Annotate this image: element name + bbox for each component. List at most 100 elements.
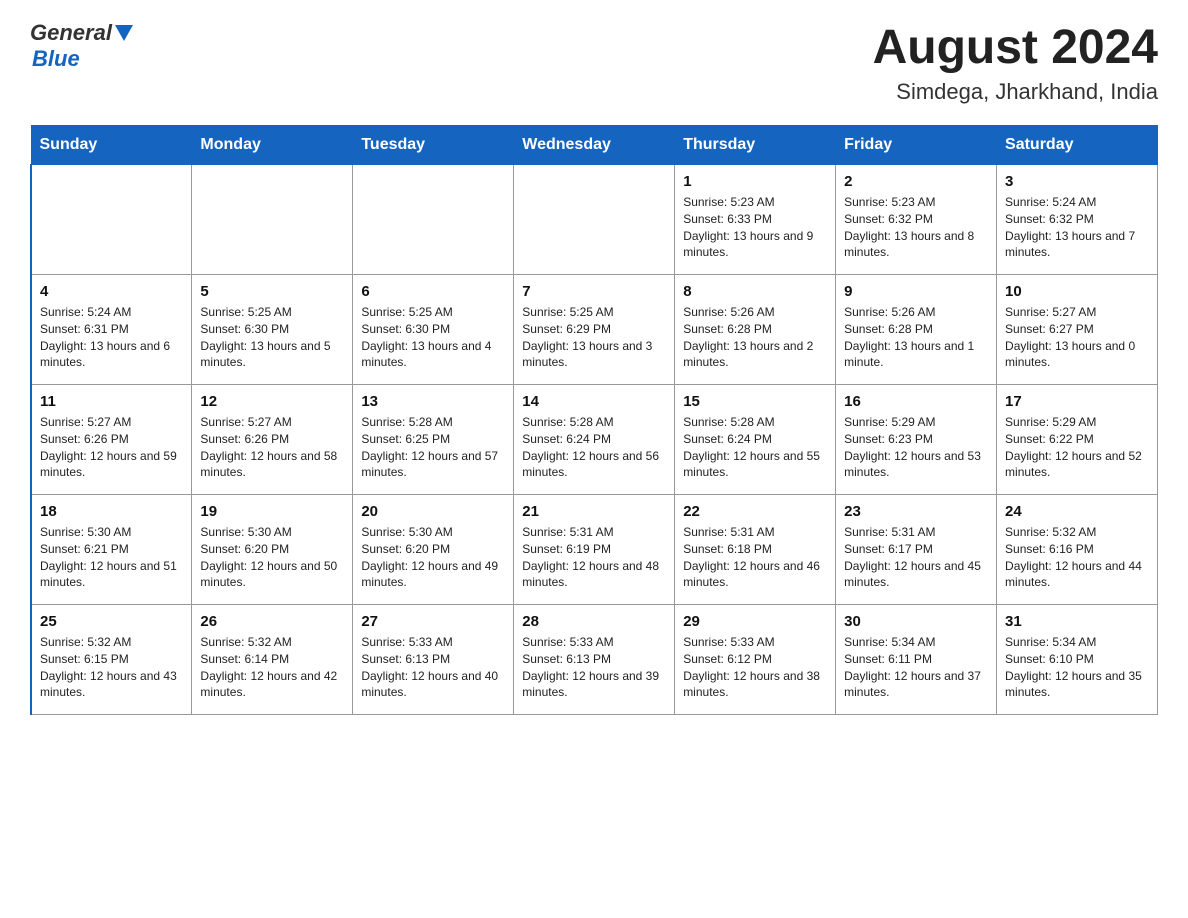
calendar-week-row: 1 Sunrise: 5:23 AM Sunset: 6:33 PM Daylig… <box>31 165 1158 275</box>
day-info: Sunrise: 5:25 AM Sunset: 6:29 PM Dayligh… <box>522 304 666 371</box>
calendar-day-25: 25 Sunrise: 5:32 AM Sunset: 6:15 PM Dayli… <box>31 605 192 715</box>
calendar-day-15: 15Sunrise: 5:28 AM Sunset: 6:24 PM Dayli… <box>675 385 836 495</box>
day-info: Sunrise: 5:29 AM Sunset: 6:23 PM Dayligh… <box>844 414 988 481</box>
day-header-sunday: Sunday <box>31 126 192 165</box>
calendar-day-26: 26 Sunrise: 5:32 AM Sunset: 6:14 PM Dayli… <box>192 605 353 715</box>
day-number: 26 <box>200 613 344 630</box>
calendar-day-7: 7 Sunrise: 5:25 AM Sunset: 6:29 PM Daylig… <box>514 275 675 385</box>
day-number: 13 <box>361 393 505 410</box>
calendar-day-16: 16 Sunrise: 5:29 AM Sunset: 6:23 PM Dayli… <box>836 385 997 495</box>
calendar-day-22: 22Sunrise: 5:31 AM Sunset: 6:18 PM Dayli… <box>675 495 836 605</box>
calendar-day-30: 30 Sunrise: 5:34 AM Sunset: 6:11 PM Dayli… <box>836 605 997 715</box>
day-info: Sunrise: 5:24 AM Sunset: 6:31 PM Dayligh… <box>40 304 183 371</box>
day-number: 27 <box>361 613 505 630</box>
title-area: August 2024 Simdega, Jharkhand, India <box>873 20 1158 105</box>
day-number: 29 <box>683 613 827 630</box>
day-info: Sunrise: 5:25 AM Sunset: 6:30 PM Dayligh… <box>200 304 344 371</box>
day-info: Sunrise: 5:27 AM Sunset: 6:26 PM Dayligh… <box>200 414 344 481</box>
month-year-title: August 2024 <box>873 20 1158 75</box>
calendar-day-19: 19 Sunrise: 5:30 AM Sunset: 6:20 PM Dayli… <box>192 495 353 605</box>
day-number: 24 <box>1005 503 1149 520</box>
day-number: 11 <box>40 393 183 410</box>
day-header-thursday: Thursday <box>675 126 836 165</box>
day-number: 12 <box>200 393 344 410</box>
day-info: Sunrise: 5:27 AM Sunset: 6:26 PM Dayligh… <box>40 414 183 481</box>
calendar-day-27: 27 Sunrise: 5:33 AM Sunset: 6:13 PM Dayli… <box>353 605 514 715</box>
day-number: 3 <box>1005 173 1149 190</box>
day-number: 7 <box>522 283 666 300</box>
day-number: 4 <box>40 283 183 300</box>
day-info: Sunrise: 5:30 AM Sunset: 6:20 PM Dayligh… <box>200 524 344 591</box>
day-header-friday: Friday <box>836 126 997 165</box>
day-number: 14 <box>522 393 666 410</box>
day-number: 18 <box>40 503 183 520</box>
day-info: Sunrise: 5:29 AM Sunset: 6:22 PM Dayligh… <box>1005 414 1149 481</box>
calendar-day-6: 6 Sunrise: 5:25 AM Sunset: 6:30 PM Daylig… <box>353 275 514 385</box>
day-info: Sunrise: 5:33 AM Sunset: 6:12 PM Dayligh… <box>683 634 827 701</box>
day-info: Sunrise: 5:28 AM Sunset: 6:24 PM Dayligh… <box>522 414 666 481</box>
day-info: Sunrise: 5:32 AM Sunset: 6:16 PM Dayligh… <box>1005 524 1149 591</box>
calendar-day-23: 23 Sunrise: 5:31 AM Sunset: 6:17 PM Dayli… <box>836 495 997 605</box>
calendar-header-row: SundayMondayTuesdayWednesdayThursdayFrid… <box>31 126 1158 165</box>
day-info: Sunrise: 5:23 AM Sunset: 6:32 PM Dayligh… <box>844 194 988 261</box>
day-number: 30 <box>844 613 988 630</box>
day-number: 1 <box>683 173 827 190</box>
calendar-day-17: 17 Sunrise: 5:29 AM Sunset: 6:22 PM Dayli… <box>997 385 1158 495</box>
day-info: Sunrise: 5:34 AM Sunset: 6:11 PM Dayligh… <box>844 634 988 701</box>
calendar-day-31: 31 Sunrise: 5:34 AM Sunset: 6:10 PM Dayli… <box>997 605 1158 715</box>
page-header: General Blue August 2024 Simdega, Jharkh… <box>30 20 1158 105</box>
calendar-day-21: 21Sunrise: 5:31 AM Sunset: 6:19 PM Dayli… <box>514 495 675 605</box>
day-info: Sunrise: 5:24 AM Sunset: 6:32 PM Dayligh… <box>1005 194 1149 261</box>
day-header-saturday: Saturday <box>997 126 1158 165</box>
calendar-day-12: 12 Sunrise: 5:27 AM Sunset: 6:26 PM Dayli… <box>192 385 353 495</box>
calendar-day-4: 4 Sunrise: 5:24 AM Sunset: 6:31 PM Daylig… <box>31 275 192 385</box>
logo-general-text: General <box>30 20 112 46</box>
day-info: Sunrise: 5:25 AM Sunset: 6:30 PM Dayligh… <box>361 304 505 371</box>
day-info: Sunrise: 5:28 AM Sunset: 6:25 PM Dayligh… <box>361 414 505 481</box>
calendar-day-11: 11 Sunrise: 5:27 AM Sunset: 6:26 PM Dayli… <box>31 385 192 495</box>
calendar-day-13: 13 Sunrise: 5:28 AM Sunset: 6:25 PM Dayli… <box>353 385 514 495</box>
day-info: Sunrise: 5:33 AM Sunset: 6:13 PM Dayligh… <box>522 634 666 701</box>
calendar-day-5: 5 Sunrise: 5:25 AM Sunset: 6:30 PM Daylig… <box>192 275 353 385</box>
calendar-empty-cell <box>514 165 675 275</box>
day-info: Sunrise: 5:32 AM Sunset: 6:15 PM Dayligh… <box>40 634 183 701</box>
calendar-week-row: 4 Sunrise: 5:24 AM Sunset: 6:31 PM Daylig… <box>31 275 1158 385</box>
calendar-day-9: 9Sunrise: 5:26 AM Sunset: 6:28 PM Daylig… <box>836 275 997 385</box>
day-info: Sunrise: 5:30 AM Sunset: 6:21 PM Dayligh… <box>40 524 183 591</box>
day-info: Sunrise: 5:31 AM Sunset: 6:17 PM Dayligh… <box>844 524 988 591</box>
day-number: 25 <box>40 613 183 630</box>
day-number: 19 <box>200 503 344 520</box>
day-info: Sunrise: 5:23 AM Sunset: 6:33 PM Dayligh… <box>683 194 827 261</box>
logo-blue-text: Blue <box>32 46 80 71</box>
calendar-day-14: 14 Sunrise: 5:28 AM Sunset: 6:24 PM Dayli… <box>514 385 675 495</box>
calendar-day-10: 10Sunrise: 5:27 AM Sunset: 6:27 PM Dayli… <box>997 275 1158 385</box>
calendar-day-18: 18 Sunrise: 5:30 AM Sunset: 6:21 PM Dayli… <box>31 495 192 605</box>
day-number: 15 <box>683 393 827 410</box>
calendar-day-2: 2 Sunrise: 5:23 AM Sunset: 6:32 PM Daylig… <box>836 165 997 275</box>
day-number: 16 <box>844 393 988 410</box>
day-number: 31 <box>1005 613 1149 630</box>
day-info: Sunrise: 5:31 AM Sunset: 6:19 PM Dayligh… <box>522 524 666 591</box>
calendar-day-29: 29 Sunrise: 5:33 AM Sunset: 6:12 PM Dayli… <box>675 605 836 715</box>
day-number: 23 <box>844 503 988 520</box>
calendar-empty-cell <box>31 165 192 275</box>
calendar-week-row: 11 Sunrise: 5:27 AM Sunset: 6:26 PM Dayli… <box>31 385 1158 495</box>
day-number: 5 <box>200 283 344 300</box>
day-header-tuesday: Tuesday <box>353 126 514 165</box>
calendar-day-20: 20Sunrise: 5:30 AM Sunset: 6:20 PM Dayli… <box>353 495 514 605</box>
day-info: Sunrise: 5:34 AM Sunset: 6:10 PM Dayligh… <box>1005 634 1149 701</box>
day-number: 6 <box>361 283 505 300</box>
day-header-monday: Monday <box>192 126 353 165</box>
day-number: 17 <box>1005 393 1149 410</box>
calendar-day-1: 1 Sunrise: 5:23 AM Sunset: 6:33 PM Daylig… <box>675 165 836 275</box>
day-number: 8 <box>683 283 827 300</box>
day-info: Sunrise: 5:33 AM Sunset: 6:13 PM Dayligh… <box>361 634 505 701</box>
day-info: Sunrise: 5:31 AM Sunset: 6:18 PM Dayligh… <box>683 524 827 591</box>
calendar-day-24: 24 Sunrise: 5:32 AM Sunset: 6:16 PM Dayli… <box>997 495 1158 605</box>
day-number: 2 <box>844 173 988 190</box>
calendar-week-row: 18 Sunrise: 5:30 AM Sunset: 6:21 PM Dayli… <box>31 495 1158 605</box>
calendar-table: SundayMondayTuesdayWednesdayThursdayFrid… <box>30 125 1158 715</box>
day-number: 10 <box>1005 283 1149 300</box>
day-info: Sunrise: 5:32 AM Sunset: 6:14 PM Dayligh… <box>200 634 344 701</box>
calendar-empty-cell <box>192 165 353 275</box>
